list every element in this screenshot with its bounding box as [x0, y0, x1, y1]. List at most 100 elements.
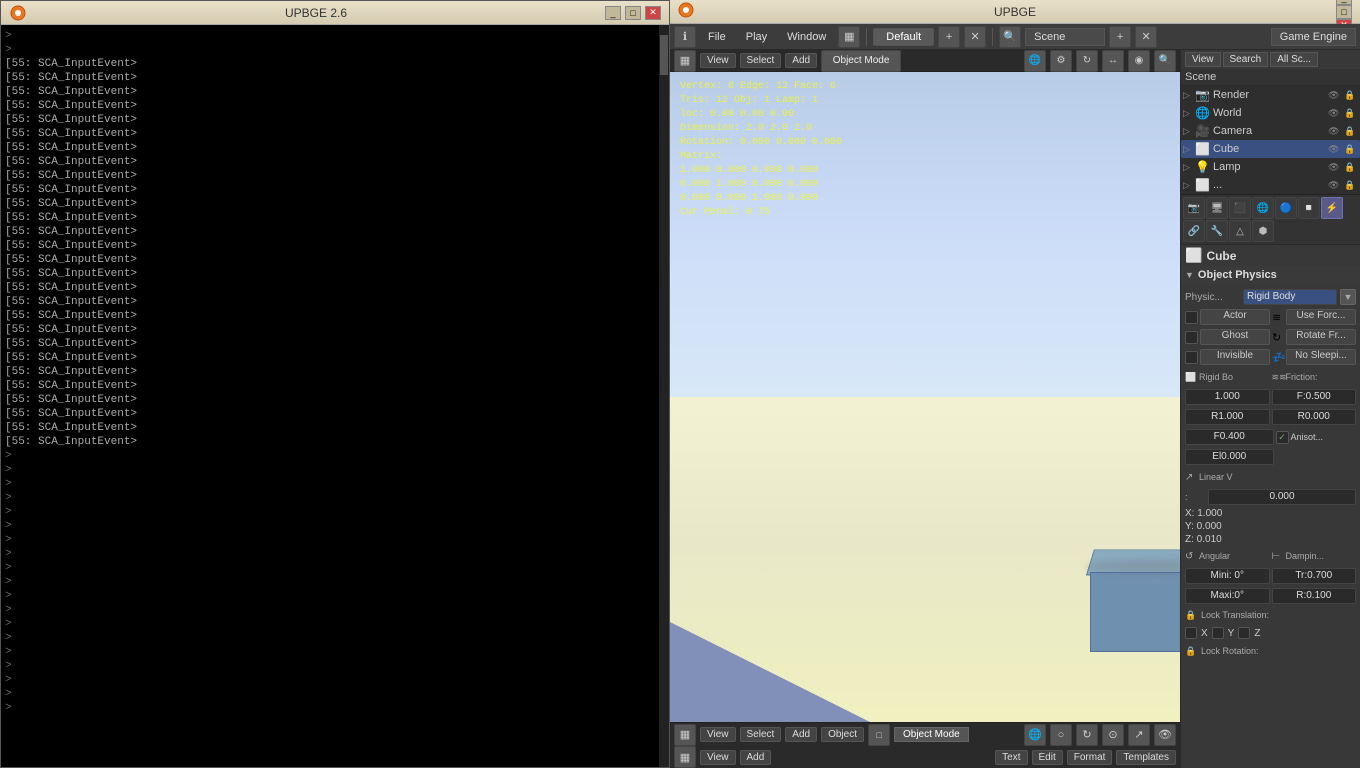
props-constraint-icon[interactable]: 🔗: [1183, 220, 1205, 242]
workspace-tab-default[interactable]: Default: [873, 28, 934, 46]
second-edit-btn[interactable]: Edit: [1032, 750, 1063, 765]
maximize-button[interactable]: □: [625, 6, 641, 20]
physics-type-value[interactable]: Rigid Body: [1243, 289, 1337, 305]
props-physics-icon[interactable]: ⚡: [1321, 197, 1343, 219]
viewport-icon-5[interactable]: ◉: [1128, 50, 1150, 72]
object-mode-btn[interactable]: Object Mode: [894, 727, 969, 742]
bottom-view-btn[interactable]: View: [700, 727, 736, 742]
viewport-icon-3[interactable]: ↻: [1076, 50, 1098, 72]
window-menu[interactable]: Window: [779, 29, 834, 45]
viewport-icon-4[interactable]: ↔: [1102, 50, 1124, 72]
physics-type-arrow[interactable]: ▼: [1340, 289, 1356, 305]
rotate-fr-label[interactable]: Rotate Fr...: [1286, 329, 1356, 345]
viewport-menu-icon[interactable]: ▦: [674, 50, 696, 72]
viewport-icon-1[interactable]: 🌐: [1024, 50, 1046, 72]
second-view-btn[interactable]: View: [700, 750, 736, 765]
no-sleepi-label[interactable]: No Sleepi...: [1286, 349, 1356, 365]
object-type-icon[interactable]: □: [868, 724, 890, 746]
props-world-icon[interactable]: 🔵: [1275, 197, 1297, 219]
mass-value[interactable]: 1.000: [1185, 389, 1270, 405]
second-format-btn[interactable]: Format: [1067, 750, 1113, 765]
second-add-btn[interactable]: Add: [740, 750, 772, 765]
second-text-btn[interactable]: Text: [995, 750, 1027, 765]
upbge-maximize-button[interactable]: □: [1336, 5, 1352, 19]
r-value[interactable]: R:0.100: [1272, 588, 1357, 604]
props-view-icon[interactable]: ⬛: [1229, 197, 1251, 219]
invisible-label[interactable]: Invisible: [1200, 349, 1270, 365]
console-scrollbar[interactable]: [659, 25, 669, 767]
invisible-checkbox[interactable]: [1185, 351, 1198, 364]
tree-lock-lamp[interactable]: 🔒: [1344, 162, 1358, 173]
gizmo-icon[interactable]: ↗: [1128, 724, 1150, 746]
use-force-label[interactable]: Use Forc...: [1286, 309, 1356, 325]
props-object-icon[interactable]: ◽: [1298, 197, 1320, 219]
tree-vis-camera[interactable]: 👁: [1328, 126, 1342, 137]
second-bar-icon[interactable]: ▦: [674, 746, 696, 768]
close-scene-icon[interactable]: ✕: [1135, 26, 1157, 48]
tree-item-camera[interactable]: ▷ 🎥 Camera 👁 🔒: [1181, 122, 1360, 140]
tree-lock-world[interactable]: 🔒: [1344, 108, 1358, 119]
r0-value[interactable]: R0.000: [1272, 409, 1357, 425]
props-data-icon[interactable]: △: [1229, 220, 1251, 242]
info-icon[interactable]: ℹ: [674, 26, 696, 48]
all-scenes-btn[interactable]: All Sc...: [1270, 52, 1318, 67]
tree-vis-world[interactable]: 👁: [1328, 108, 1342, 119]
tree-vis-render[interactable]: 👁: [1328, 90, 1342, 101]
viewport-select-btn[interactable]: Select: [740, 53, 782, 68]
render-icon[interactable]: ↻: [1076, 724, 1098, 746]
friction-value[interactable]: F:0.500: [1272, 389, 1357, 405]
add-scene-icon[interactable]: +: [1109, 26, 1131, 48]
lock-z-checkbox[interactable]: [1238, 627, 1250, 639]
tree-item-extra[interactable]: ▷ ⬜ ... 👁 🔒: [1181, 176, 1360, 194]
viewport-add-btn[interactable]: Add: [785, 53, 817, 68]
ghost-checkbox[interactable]: [1185, 331, 1198, 344]
tree-vis-lamp[interactable]: 👁: [1328, 162, 1342, 173]
bottom-object-btn[interactable]: Object: [821, 727, 864, 742]
tree-lock-extra[interactable]: 🔒: [1344, 180, 1358, 191]
tree-lock-render[interactable]: 🔒: [1344, 90, 1358, 101]
r1-value[interactable]: R1.000: [1185, 409, 1270, 425]
tree-vis-cube[interactable]: 👁: [1328, 144, 1342, 155]
overlay-icon[interactable]: ⊙: [1102, 724, 1124, 746]
viewport-3d[interactable]: Vertex: 8 Edge: 12 Face: 6 Tris: 12 Obj:…: [670, 72, 1180, 722]
scene-dropdown[interactable]: Scene: [1025, 28, 1105, 46]
bottom-add-btn[interactable]: Add: [785, 727, 817, 742]
object-mode-icon[interactable]: Object Mode: [821, 50, 901, 72]
bottom-menu-icon[interactable]: ▦: [674, 724, 696, 746]
prop-edit-icon[interactable]: ○: [1050, 724, 1072, 746]
search-btn-props[interactable]: Search: [1223, 52, 1269, 67]
add-workspace-icon[interactable]: +: [938, 26, 960, 48]
lock-x-checkbox[interactable]: [1185, 627, 1197, 639]
tree-item-lamp[interactable]: ▷ 💡 Lamp 👁 🔒: [1181, 158, 1360, 176]
view-icon[interactable]: 👁: [1154, 724, 1176, 746]
viewport-view-btn[interactable]: View: [700, 53, 736, 68]
props-scene-icon[interactable]: 🌐: [1252, 197, 1274, 219]
viewport-icon-2[interactable]: ⚙: [1050, 50, 1072, 72]
layout-icon[interactable]: ▦: [838, 26, 860, 48]
actor-label[interactable]: Actor: [1200, 309, 1270, 325]
physics-section-header[interactable]: ▼ Object Physics: [1181, 266, 1360, 284]
el0-value[interactable]: El0.000: [1185, 449, 1274, 465]
anisot-checkbox[interactable]: ✓: [1276, 431, 1289, 444]
close-workspace-icon[interactable]: ✕: [964, 26, 986, 48]
search-icon-top[interactable]: 🔍: [999, 26, 1021, 48]
second-templates-btn[interactable]: Templates: [1116, 750, 1176, 765]
props-render-icon[interactable]: 📷: [1183, 197, 1205, 219]
view-btn-props[interactable]: View: [1185, 52, 1221, 67]
lock-y-checkbox[interactable]: [1212, 627, 1224, 639]
file-menu[interactable]: File: [700, 29, 734, 45]
snap-icon[interactable]: 🌐: [1024, 724, 1046, 746]
ghost-label[interactable]: Ghost: [1200, 329, 1270, 345]
tree-item-cube[interactable]: ▷ ⬜ Cube 👁 🔒: [1181, 140, 1360, 158]
maxi-value[interactable]: Maxi:0°: [1185, 588, 1270, 604]
actor-checkbox[interactable]: [1185, 311, 1198, 324]
props-material-icon[interactable]: ⬢: [1252, 220, 1274, 242]
mini-value[interactable]: Mini: 0°: [1185, 568, 1270, 584]
close-button[interactable]: ✕: [645, 6, 661, 20]
tree-lock-camera[interactable]: 🔒: [1344, 126, 1358, 137]
minimize-button[interactable]: _: [605, 6, 621, 20]
bottom-select-btn[interactable]: Select: [740, 727, 782, 742]
console-window-controls[interactable]: _ □ ✕: [605, 6, 661, 20]
props-modifier-icon[interactable]: 🔧: [1206, 220, 1228, 242]
viewport-icon-6[interactable]: 🔍: [1154, 50, 1176, 72]
